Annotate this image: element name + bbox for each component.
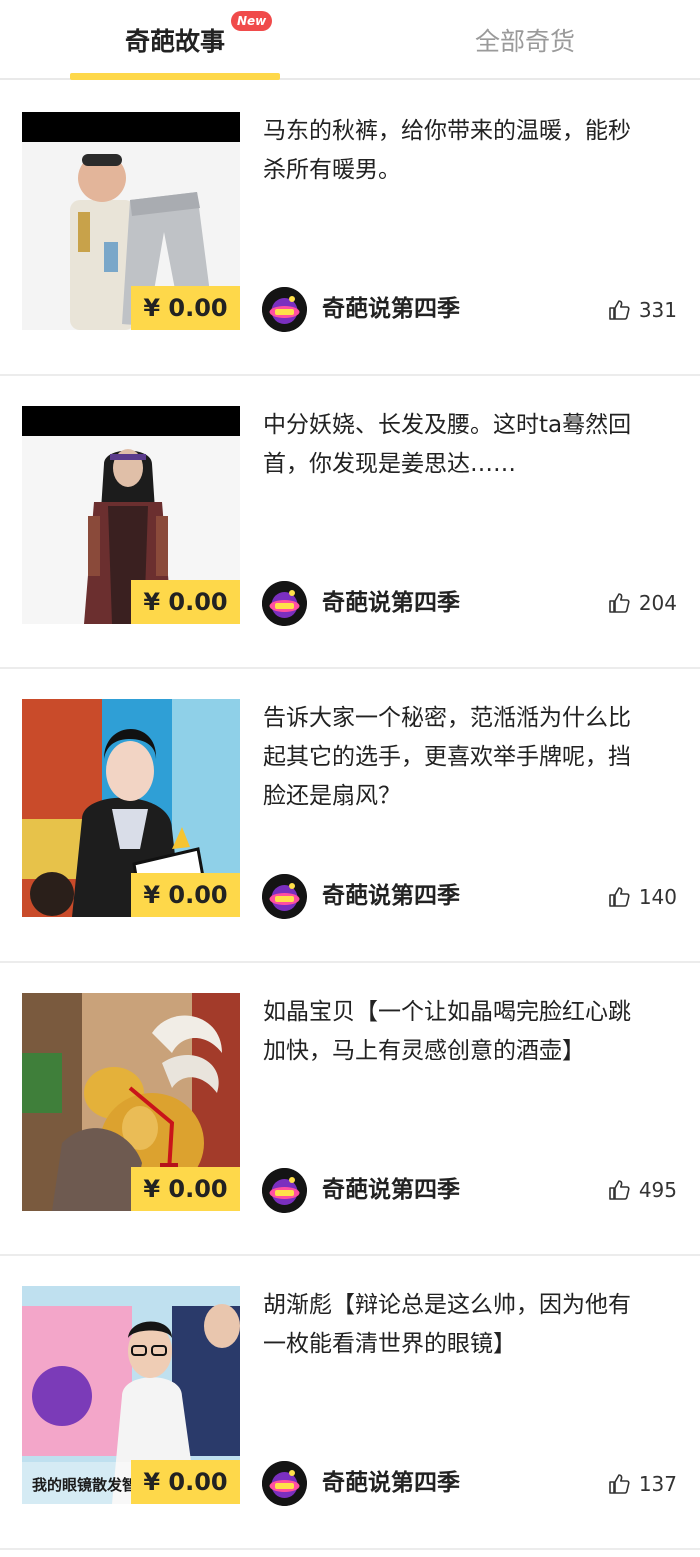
item-title[interactable]: 中分妖娆、长发及腰。这时ta蓦然回首，你发现是姜思达…… xyxy=(263,406,653,484)
tab-stories-label: 奇葩故事 xyxy=(124,27,225,56)
avatar[interactable] xyxy=(262,287,307,332)
like-count-value: 137 xyxy=(638,1471,677,1496)
list-item[interactable]: ¥ 0.00 告诉大家一个秘密，范湉湉为什么比起其它的选手，更喜欢举手牌呢，挡脸… xyxy=(0,669,700,963)
thumbs-up-icon xyxy=(609,886,630,907)
tab-bar: 奇葩故事 New 全部奇货 xyxy=(0,0,700,80)
author-name[interactable]: 奇葩说第四季 xyxy=(322,1168,460,1213)
show-logo-icon xyxy=(262,1167,307,1213)
author-name[interactable]: 奇葩说第四季 xyxy=(322,1461,460,1506)
item-thumbnail[interactable]: ¥ 0.00 xyxy=(22,405,240,624)
thumbs-up-icon xyxy=(609,1473,630,1494)
show-logo-icon xyxy=(262,580,307,626)
thumbs-up-icon xyxy=(609,299,630,320)
item-title[interactable]: 胡渐彪【辩论总是这么帅，因为他有一枚能看清世界的眼镜】 xyxy=(263,1286,653,1364)
item-title[interactable]: 告诉大家一个秘密，范湉湉为什么比起其它的选手，更喜欢举手牌呢，挡脸还是扇风？ xyxy=(263,699,653,816)
thumbs-up-icon xyxy=(609,1180,630,1200)
list-item[interactable]: ¥ 0.00 中分妖娆、长发及腰。这时ta蓦然回首，你发现是姜思达…… 奇葩说第… xyxy=(0,376,700,669)
show-logo-icon xyxy=(262,287,307,332)
avatar[interactable] xyxy=(262,874,307,919)
like-count[interactable]: 140 xyxy=(607,874,677,919)
item-thumbnail[interactable]: ¥ 0.00 xyxy=(22,699,240,917)
price-tag: ¥ 0.00 xyxy=(131,873,240,917)
tab-all-goods-label: 全部奇货 xyxy=(474,27,575,56)
like-count-value: 331 xyxy=(638,297,677,322)
like-count[interactable]: 137 xyxy=(607,1461,677,1506)
tab-all-goods[interactable]: 全部奇货 xyxy=(420,0,630,80)
price-tag: ¥ 0.00 xyxy=(131,579,240,624)
like-count[interactable]: 495 xyxy=(607,1168,677,1213)
new-badge: New xyxy=(231,11,273,31)
avatar[interactable] xyxy=(262,580,307,626)
avatar[interactable] xyxy=(262,1167,307,1213)
author-name[interactable]: 奇葩说第四季 xyxy=(322,581,460,626)
like-count-value: 495 xyxy=(638,1178,677,1202)
price-tag: ¥ 0.00 xyxy=(131,286,240,330)
list-item[interactable]: ¥ 0.00 如晶宝贝【一个让如晶喝完脸红心跳加快，马上有灵感创意的酒壶】 奇葩… xyxy=(0,963,700,1256)
list-item[interactable]: ¥ 0.00 马东的秋裤，给你带来的温暖，能秒杀所有暖男。 奇葩说第四季 331 xyxy=(0,82,700,376)
like-count[interactable]: 331 xyxy=(607,287,677,332)
active-tab-indicator xyxy=(70,73,280,80)
author-name[interactable]: 奇葩说第四季 xyxy=(322,874,460,919)
price-tag: ¥ 0.00 xyxy=(131,1166,240,1211)
like-count[interactable]: 204 xyxy=(607,581,677,626)
item-title[interactable]: 如晶宝贝【一个让如晶喝完脸红心跳加快，马上有灵感创意的酒壶】 xyxy=(263,993,653,1071)
price-tag: ¥ 0.00 xyxy=(131,1460,240,1504)
item-thumbnail[interactable]: 我的眼镜散发智慧的光芒 ¥ 0.00 xyxy=(22,1286,240,1504)
story-list: ¥ 0.00 马东的秋裤，给你带来的温暖，能秒杀所有暖男。 奇葩说第四季 331 xyxy=(0,82,700,1550)
author-row: 奇葩说第四季 204 xyxy=(262,580,682,627)
avatar[interactable] xyxy=(262,1461,307,1506)
author-name[interactable]: 奇葩说第四季 xyxy=(322,287,460,332)
like-count-value: 204 xyxy=(638,591,677,615)
item-title[interactable]: 马东的秋裤，给你带来的温暖，能秒杀所有暖男。 xyxy=(263,112,653,190)
like-count-value: 140 xyxy=(638,884,677,909)
item-thumbnail[interactable]: ¥ 0.00 xyxy=(22,992,240,1211)
author-row: 奇葩说第四季 495 xyxy=(262,1167,682,1214)
author-row: 奇葩说第四季 331 xyxy=(262,287,682,333)
thumbs-up-icon xyxy=(609,593,630,613)
author-row: 奇葩说第四季 140 xyxy=(262,874,682,920)
show-logo-icon xyxy=(262,1461,307,1506)
show-logo-icon xyxy=(262,874,307,919)
list-item[interactable]: 我的眼镜散发智慧的光芒 ¥ 0.00 胡渐彪【辩论总是这么帅，因为他有一枚能看清… xyxy=(0,1256,700,1550)
author-row: 奇葩说第四季 137 xyxy=(262,1461,682,1507)
item-thumbnail[interactable]: ¥ 0.00 xyxy=(22,112,240,330)
